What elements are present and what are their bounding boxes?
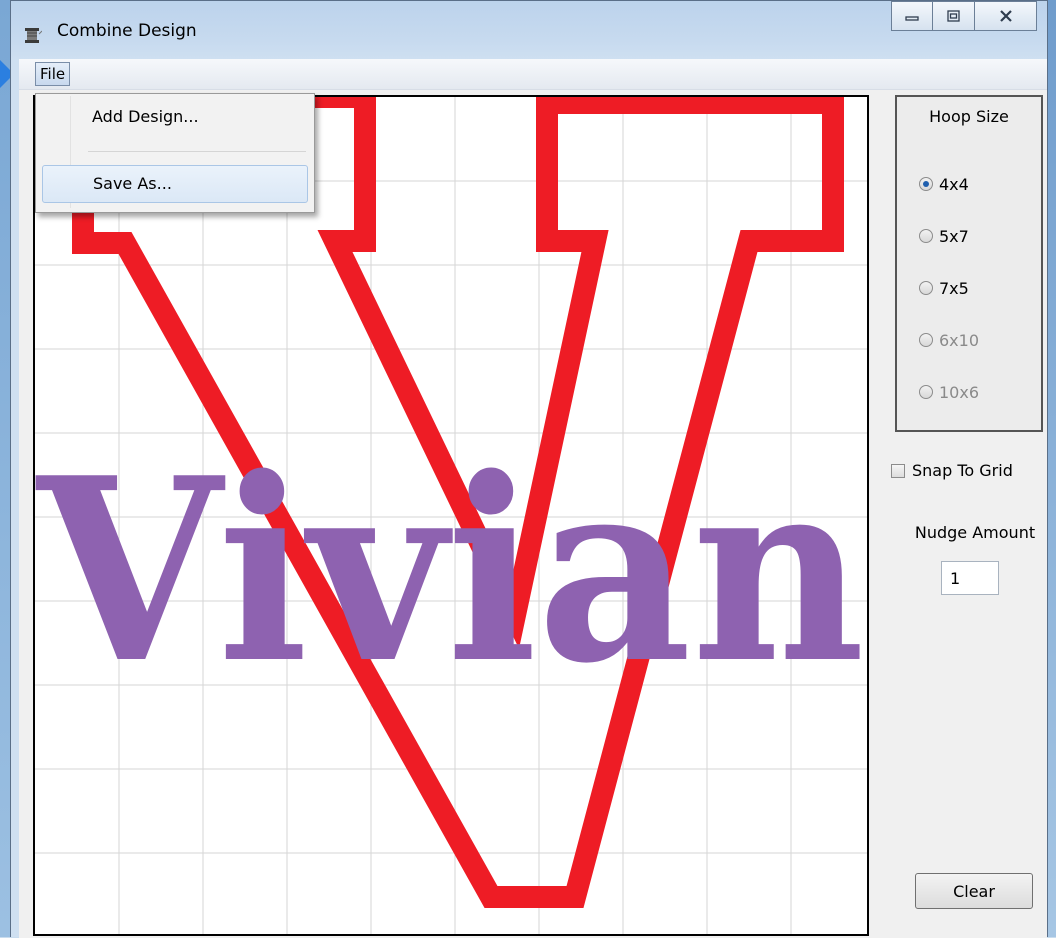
clear-button[interactable]: Clear: [915, 873, 1033, 909]
checkbox-icon[interactable]: [891, 463, 905, 478]
radio-icon: [919, 385, 933, 399]
hoop-size-title: Hoop Size: [929, 107, 1009, 126]
hoop-option-label: 5x7: [939, 226, 969, 246]
radio-icon[interactable]: [919, 281, 933, 295]
vivian-text[interactable]: Vivian: [35, 423, 865, 719]
hoop-option-5x7[interactable]: 5x7: [919, 225, 969, 247]
hoop-option-label: 7x5: [939, 278, 969, 298]
window-title: Combine Design: [57, 21, 197, 41]
menu-item-add-design[interactable]: Add Design...: [42, 98, 308, 136]
close-button[interactable]: [975, 1, 1037, 31]
spool-icon: [25, 28, 42, 43]
hoop-option-10x6: 10x6: [919, 381, 979, 403]
minimize-icon: [905, 16, 919, 21]
combine-design-window: Combine Design File Vivian Hoop Size 4x4…: [10, 0, 1048, 938]
maximize-icon: [946, 10, 960, 22]
nudge-amount-label: Nudge Amount: [914, 523, 1036, 542]
hoop-option-6x10: 6x10: [919, 329, 979, 351]
caption-buttons: [891, 1, 1037, 31]
title-bar[interactable]: Combine Design: [11, 1, 1047, 59]
nudge-amount-input[interactable]: [941, 561, 999, 595]
menu-bar: File: [19, 59, 1047, 90]
file-menu-dropdown: Add Design... Save As...: [35, 93, 315, 213]
maximize-button[interactable]: [933, 1, 975, 31]
snap-to-grid-label: Snap To Grid: [912, 461, 1013, 480]
design-canvas[interactable]: Vivian: [33, 95, 869, 936]
radio-icon: [919, 333, 933, 347]
close-icon: [999, 10, 1012, 22]
menu-separator: [88, 151, 306, 152]
radio-icon[interactable]: [919, 229, 933, 243]
hoop-option-label: 4x4: [939, 174, 969, 194]
hoop-option-label: 6x10: [939, 330, 980, 350]
radio-selected-icon[interactable]: [919, 177, 933, 191]
hoop-option-4x4[interactable]: 4x4: [919, 173, 969, 195]
snap-to-grid-checkbox[interactable]: Snap To Grid: [891, 461, 1013, 480]
hoop-option-7x5[interactable]: 7x5: [919, 277, 969, 299]
canvas-drawing[interactable]: Vivian: [35, 97, 867, 934]
minimize-button[interactable]: [891, 1, 933, 31]
sidebar: Hoop Size 4x4 5x7 7x5 6x10 10x6 Snap To …: [877, 95, 1047, 935]
hoop-size-group: Hoop Size 4x4 5x7 7x5 6x10 10x6: [895, 95, 1043, 432]
hoop-option-label: 10x6: [939, 382, 980, 402]
menu-item-save-as[interactable]: Save As...: [42, 165, 308, 203]
file-menu[interactable]: File: [35, 62, 71, 86]
